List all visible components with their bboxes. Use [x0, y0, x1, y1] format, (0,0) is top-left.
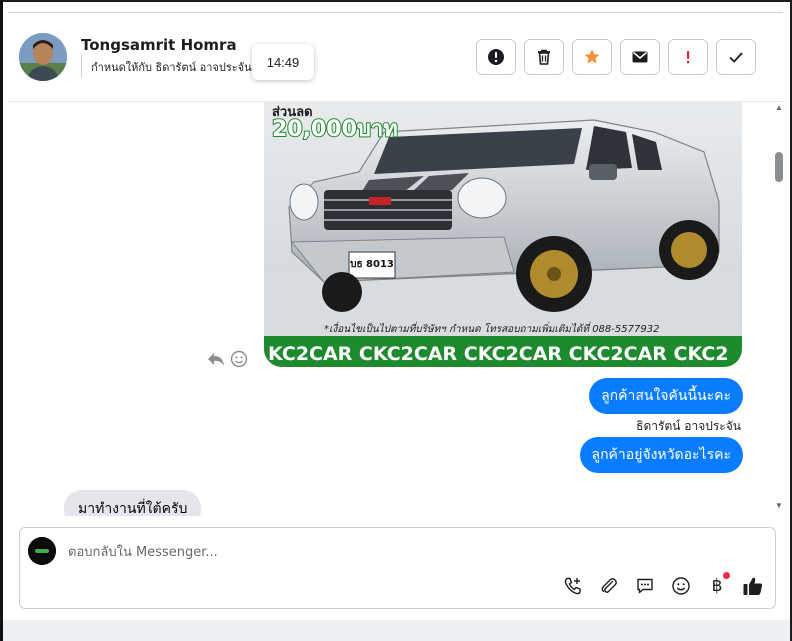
exclamation-icon: [686, 51, 690, 64]
currency-symbol: ฿: [711, 576, 723, 596]
scroll-down-arrow-icon[interactable]: ▼: [775, 502, 783, 510]
scroll-up-arrow-icon[interactable]: ▲: [775, 104, 783, 112]
reply-icon[interactable]: [206, 350, 226, 368]
contact-avatar[interactable]: [19, 33, 67, 81]
license-plate-text: บธ 8013: [350, 259, 394, 270]
image-caption: *เงื่อนไขเป็นไปตามที่บริษัทฯ กำหนด โทรสอ…: [324, 321, 659, 335]
assign-divider: [81, 55, 82, 77]
timestamp-tooltip: 14:49: [252, 44, 314, 80]
message-thread[interactable]: บธ 8013 ส่วนลด 20,000บาท *เงื่อนไขเป็นไป…: [8, 102, 783, 516]
attachment-icon[interactable]: [597, 574, 621, 598]
scroll-thumb[interactable]: [775, 152, 783, 182]
conversation-header: Tongsamrit Homra กำหนดให้กับ ธิดารัตน์ อ…: [8, 13, 783, 102]
mark-spam-button[interactable]: [476, 39, 516, 75]
emoji-icon[interactable]: [669, 574, 693, 598]
bottom-strip: [3, 620, 790, 641]
contact-avatar-image: [19, 33, 67, 81]
window-edge: [0, 0, 3, 641]
delete-button[interactable]: [524, 39, 564, 75]
saved-replies-icon[interactable]: [633, 574, 657, 598]
car-image-message[interactable]: บธ 8013 ส่วนลด 20,000บาท *เงื่อนไขเป็นไป…: [264, 102, 742, 367]
mark-done-button[interactable]: [716, 39, 756, 75]
assigned-to-label[interactable]: กำหนดให้กับ ธิดารัตน์ อาจประจัน: [91, 58, 252, 76]
exclamation-circle-icon: [488, 49, 504, 65]
envelope-icon: [632, 51, 648, 63]
payment-icon[interactable]: ฿: [705, 572, 730, 598]
message-composer: ฿: [19, 527, 776, 609]
page-avatar: [28, 537, 56, 565]
thumbs-up-icon[interactable]: [741, 574, 765, 598]
thread-scrollbar[interactable]: ▲ ▼: [775, 102, 783, 516]
incoming-message[interactable]: มาทำงานที่ใต้ครับ: [64, 490, 202, 516]
star-icon: [584, 49, 600, 64]
follow-up-button[interactable]: [668, 39, 708, 75]
outgoing-message[interactable]: ลูกค้าสนใจคันนี้นะคะ: [589, 378, 743, 414]
contact-name[interactable]: Tongsamrit Homra: [81, 36, 237, 54]
star-button[interactable]: [572, 39, 612, 75]
notification-dot: [723, 572, 730, 579]
mark-unread-button[interactable]: [620, 39, 660, 75]
price-badge: 20,000บาท: [272, 117, 398, 142]
car-photo: บธ 8013 ส่วนลด 20,000บาท *เงื่อนไขเป็นไป…: [264, 102, 742, 367]
outgoing-message[interactable]: ลูกค้าอยู่จังหวัดอะไรคะ: [579, 437, 743, 473]
trash-icon: [538, 49, 550, 65]
banner-text: KC2CAR CKC2CAR CKC2CAR CKC2CAR CKC2: [268, 343, 729, 365]
react-smile-icon[interactable]: [230, 350, 248, 368]
add-call-icon[interactable]: [561, 574, 585, 598]
sender-name-label: ธิดารัตน์ อาจประจัน: [636, 419, 741, 433]
reply-input[interactable]: [68, 541, 668, 563]
check-icon: [729, 52, 743, 63]
